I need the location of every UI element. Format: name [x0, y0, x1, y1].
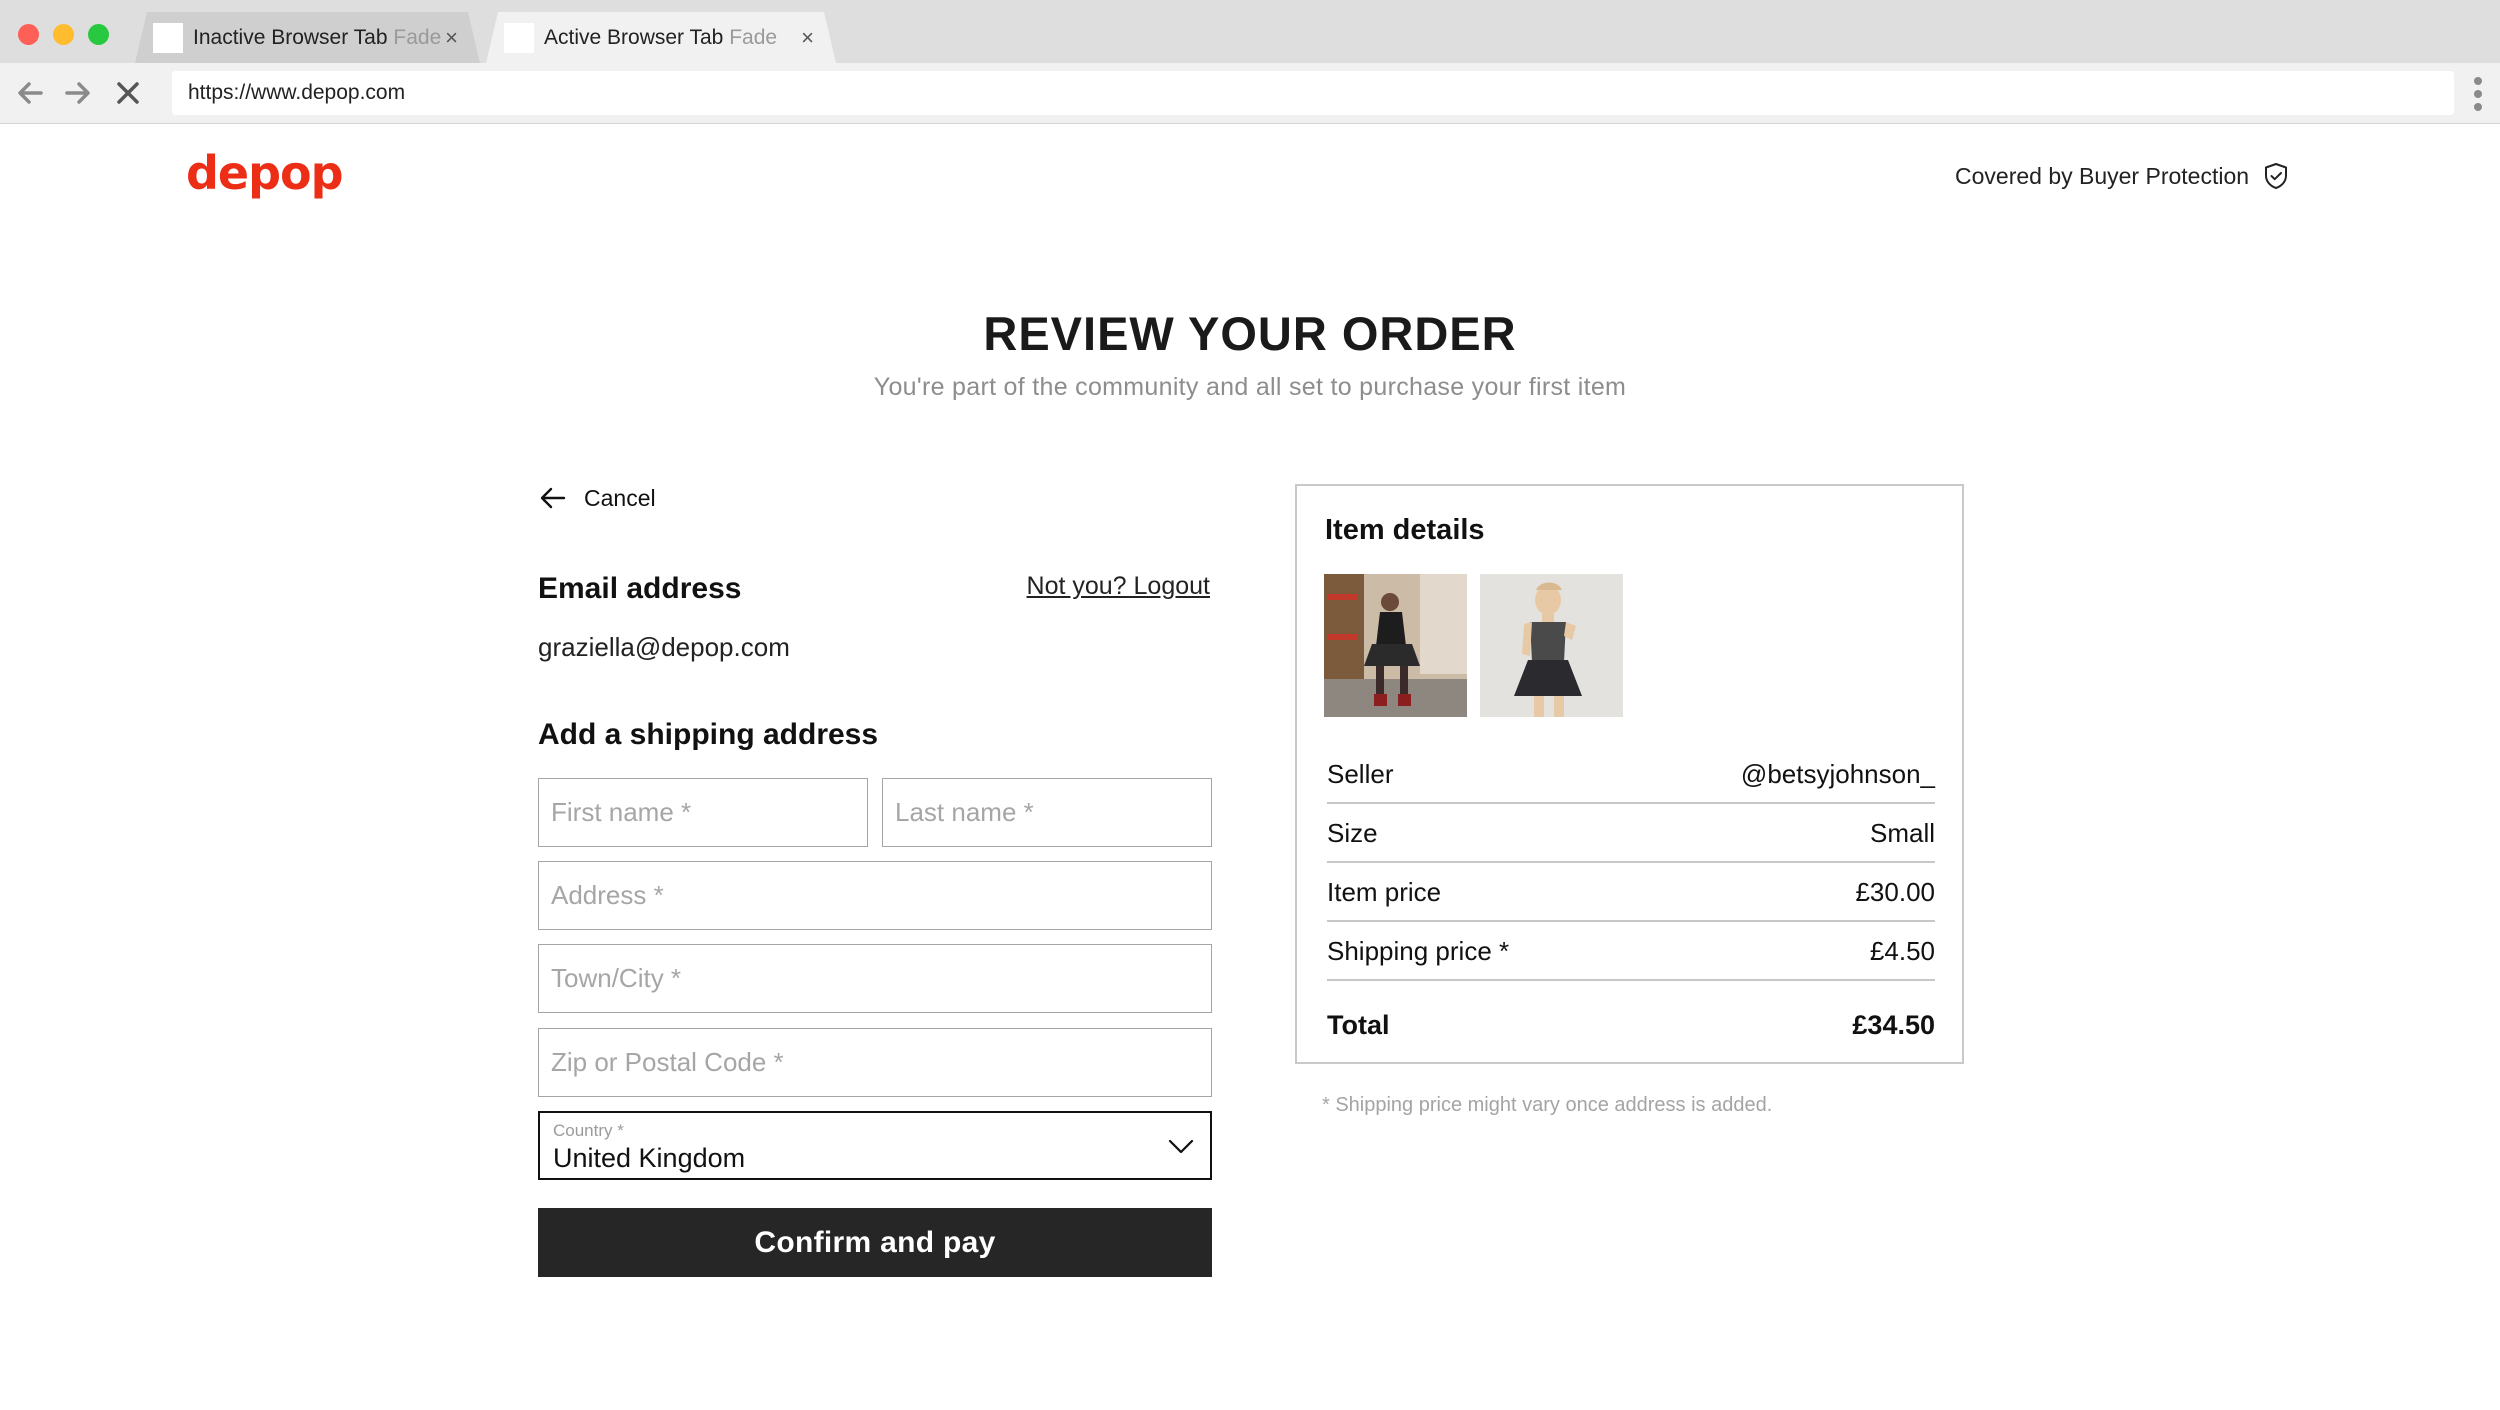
size-row: Size Small: [1327, 805, 1935, 863]
total-label: Total: [1327, 1009, 1390, 1040]
total-value: £34.50: [1852, 1009, 1935, 1040]
row-label: Item price: [1327, 876, 1442, 907]
item-price-row: Item price £30.00: [1327, 864, 1935, 922]
row-label: Seller: [1327, 758, 1394, 789]
browser-menu-icon[interactable]: [2472, 77, 2484, 111]
email-value: graziella@depop.com: [538, 632, 790, 662]
shield-check-icon: [2265, 163, 2288, 189]
back-arrow-icon[interactable]: [14, 77, 46, 109]
row-value: Small: [1869, 817, 1935, 848]
seller-username[interactable]: @betsyjohnson_: [1741, 759, 1935, 790]
stop-loading-icon[interactable]: [112, 77, 144, 109]
depop-logo[interactable]: depop: [186, 146, 344, 200]
browser-tab-active[interactable]: Active Browser Tab Fade ×: [486, 12, 836, 63]
chevron-down-icon: [1168, 1139, 1194, 1154]
country-select[interactable]: Country * United Kingdom: [538, 1111, 1212, 1180]
maximize-window-button[interactable]: [88, 24, 109, 45]
town-city-input[interactable]: [538, 944, 1212, 1013]
country-value: United Kingdom: [553, 1143, 746, 1173]
item-photo-2[interactable]: [1480, 574, 1623, 717]
row-value: £4.50: [1869, 935, 1935, 966]
row-label: Shipping price *: [1327, 935, 1510, 966]
buyer-protection-label: Covered by Buyer Protection: [1955, 162, 2250, 189]
item-details-card: Item details Seller @betsyjohnson_ Size …: [1295, 484, 1964, 1064]
url-text: https://www.depop.com: [188, 81, 406, 104]
page-title: REVIEW YOUR ORDER: [983, 307, 1517, 360]
tab-title: Active Browser Tab Fade: [544, 25, 778, 49]
browser-toolbar: https://www.depop.com: [0, 63, 2500, 124]
seller-row: Seller @betsyjohnson_: [1327, 746, 1935, 804]
cancel-label: Cancel: [584, 484, 656, 511]
favicon-icon: [153, 22, 183, 53]
country-label: Country *: [553, 1121, 624, 1140]
item-details-heading: Item details: [1325, 514, 1485, 546]
favicon-icon: [504, 22, 534, 53]
last-name-input[interactable]: [882, 778, 1212, 847]
close-window-button[interactable]: [18, 24, 39, 45]
tab-close-icon[interactable]: ×: [445, 25, 458, 51]
row-value: £30.00: [1855, 876, 1935, 907]
tab-title: Inactive Browser Tab Fade: [193, 25, 442, 49]
tab-close-icon[interactable]: ×: [801, 25, 814, 51]
shipping-footnote: * Shipping price might vary once address…: [1322, 1094, 1773, 1116]
arrow-left-icon: [540, 487, 566, 509]
address-input[interactable]: [538, 861, 1212, 930]
shipping-price-row: Shipping price * £4.50: [1327, 923, 1935, 981]
address-bar[interactable]: https://www.depop.com: [172, 71, 2454, 115]
email-heading: Email address: [538, 572, 742, 605]
browser-tab-inactive[interactable]: Inactive Browser Tab Fade ×: [135, 12, 480, 63]
browser-tab-bar: Inactive Browser Tab Fade × Active Brows…: [0, 0, 2500, 63]
cancel-button[interactable]: Cancel: [538, 483, 656, 513]
shipping-heading: Add a shipping address: [538, 718, 879, 751]
page-subtitle: You're part of the community and all set…: [873, 373, 1627, 401]
row-label: Size: [1327, 817, 1378, 848]
item-photo-1[interactable]: [1324, 574, 1467, 717]
total-row: Total £34.50: [1327, 996, 1935, 1054]
postal-code-input[interactable]: [538, 1028, 1212, 1097]
first-name-input[interactable]: [538, 778, 868, 847]
forward-arrow-icon[interactable]: [62, 77, 94, 109]
buyer-protection-badge: Covered by Buyer Protection: [1955, 162, 2289, 190]
confirm-and-pay-button[interactable]: Confirm and pay: [538, 1208, 1212, 1277]
minimize-window-button[interactable]: [53, 24, 74, 45]
logout-link[interactable]: Not you? Logout: [998, 572, 1210, 601]
